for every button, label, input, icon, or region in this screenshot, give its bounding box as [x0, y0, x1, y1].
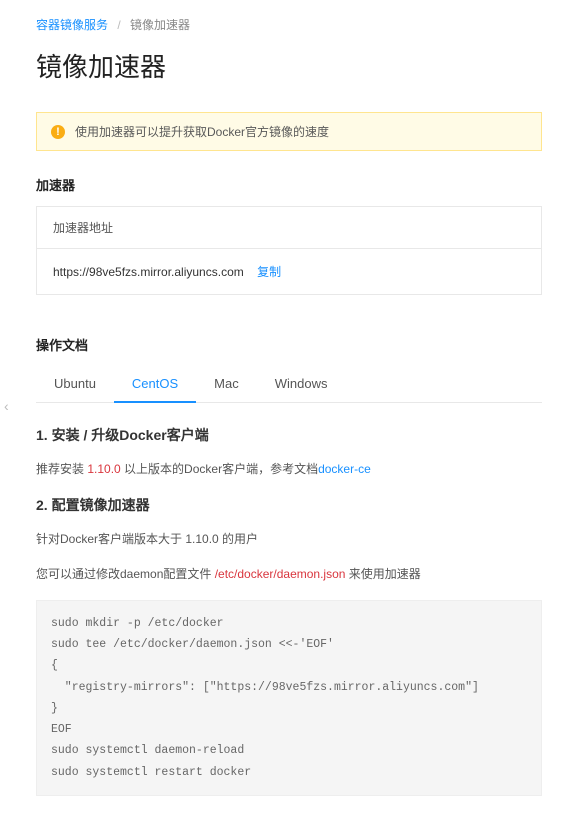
- breadcrumb-separator: /: [117, 18, 120, 32]
- step1-prefix: 推荐安装: [36, 462, 87, 476]
- tab-windows[interactable]: Windows: [257, 366, 346, 403]
- accelerator-section-title: 加速器: [36, 175, 542, 194]
- tab-ubuntu[interactable]: Ubuntu: [36, 366, 114, 403]
- docker-ce-link[interactable]: docker-ce: [318, 462, 371, 476]
- step1-text: 推荐安装 1.10.0 以上版本的Docker客户端，参考文档docker-ce: [36, 459, 542, 481]
- collapse-sidebar-toggle[interactable]: ‹: [4, 398, 9, 414]
- warning-icon: !: [51, 125, 65, 139]
- tab-centos[interactable]: CentOS: [114, 366, 196, 403]
- copy-button[interactable]: 复制: [257, 265, 281, 279]
- step1-version-highlight: 1.10.0: [87, 462, 120, 476]
- doc-content: 1. 安装 / 升级Docker客户端 推荐安装 1.10.0 以上版本的Doc…: [36, 425, 542, 796]
- step2-line2-prefix: 您可以通过修改daemon配置文件: [36, 567, 215, 581]
- code-block[interactable]: sudo mkdir -p /etc/docker sudo tee /etc/…: [36, 600, 542, 796]
- step2-heading: 2. 配置镜像加速器: [36, 495, 542, 515]
- step1-suffix: 以上版本的Docker客户端，参考文档: [121, 462, 318, 476]
- accelerator-box-body: https://98ve5fzs.mirror.aliyuncs.com 复制: [37, 249, 541, 294]
- os-tabs: Ubuntu CentOS Mac Windows: [36, 366, 542, 403]
- page-container: 容器镜像服务 / 镜像加速器 镜像加速器 ! 使用加速器可以提升获取Docker…: [0, 0, 570, 820]
- daemon-json-path: /etc/docker/daemon.json: [215, 567, 346, 581]
- accelerator-url: https://98ve5fzs.mirror.aliyuncs.com: [53, 265, 244, 279]
- tab-mac[interactable]: Mac: [196, 366, 257, 403]
- step1-heading: 1. 安装 / 升级Docker客户端: [36, 425, 542, 445]
- breadcrumb: 容器镜像服务 / 镜像加速器: [36, 16, 542, 33]
- step2-line1: 针对Docker客户端版本大于 1.10.0 的用户: [36, 529, 542, 551]
- breadcrumb-current: 镜像加速器: [130, 18, 190, 32]
- step2-line2: 您可以通过修改daemon配置文件 /etc/docker/daemon.jso…: [36, 564, 542, 586]
- step2-line2-suffix: 来使用加速器: [345, 567, 420, 581]
- info-alert: ! 使用加速器可以提升获取Docker官方镜像的速度: [36, 112, 542, 151]
- alert-text: 使用加速器可以提升获取Docker官方镜像的速度: [75, 123, 329, 140]
- page-title: 镜像加速器: [36, 47, 542, 84]
- breadcrumb-root[interactable]: 容器镜像服务: [36, 18, 108, 32]
- accelerator-box: 加速器地址 https://98ve5fzs.mirror.aliyuncs.c…: [36, 206, 542, 295]
- docs-section-title: 操作文档: [36, 335, 542, 354]
- accelerator-box-label: 加速器地址: [37, 207, 541, 249]
